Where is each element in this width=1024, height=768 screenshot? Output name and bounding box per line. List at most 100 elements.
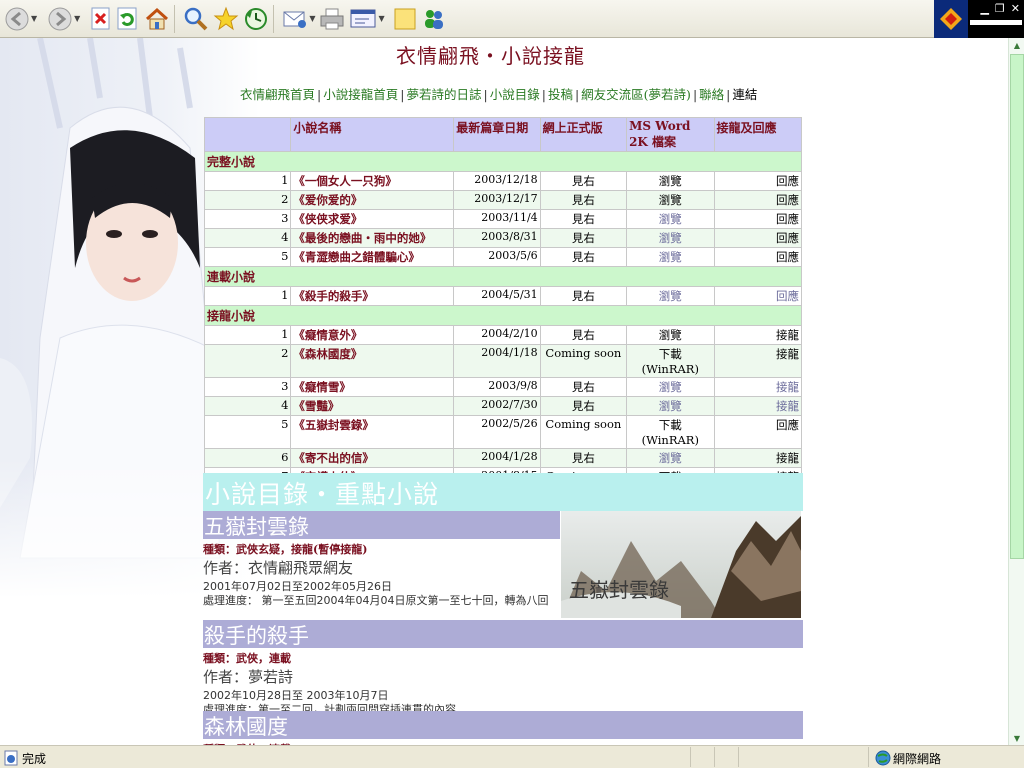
back-button[interactable] bbox=[4, 4, 30, 34]
word-file-link[interactable]: 下載 (WinRAR) bbox=[626, 415, 715, 449]
word-file-link[interactable]: 瀏覽 bbox=[626, 171, 715, 191]
search-button[interactable] bbox=[183, 4, 209, 34]
home-icon bbox=[146, 7, 169, 29]
edit-dropdown-icon[interactable]: ▼ bbox=[378, 14, 384, 23]
word-file-link[interactable]: 瀏覽 bbox=[626, 377, 715, 397]
novel-cover-image[interactable]: 五嶽封雲錄 bbox=[561, 511, 801, 618]
mail-button[interactable] bbox=[282, 4, 308, 34]
novel-name-link[interactable]: 《癡情雪》 bbox=[290, 377, 455, 397]
novel-title[interactable]: 五嶽封雲錄 bbox=[203, 511, 560, 539]
vertical-scrollbar[interactable]: ▲ ▼ bbox=[1008, 38, 1024, 745]
reply-link[interactable]: 接龍 bbox=[713, 344, 803, 378]
novel-name-link[interactable]: 《森林國度》 bbox=[290, 344, 455, 378]
refresh-button[interactable] bbox=[116, 4, 140, 34]
nav-link-diary[interactable]: 夢若詩的日誌 bbox=[406, 87, 481, 102]
table-header-cell: 最新篇章日期 bbox=[453, 117, 541, 152]
favorites-button[interactable] bbox=[213, 4, 239, 34]
nav-link-submit[interactable]: 投稿 bbox=[548, 87, 573, 102]
novel-author: 作者：衣情翩飛眾網友 bbox=[203, 559, 354, 577]
minimize-icon[interactable]: ▁ bbox=[980, 2, 988, 15]
word-file-link[interactable]: 瀏覽 bbox=[626, 396, 715, 416]
nav-link-catalog[interactable]: 小說目錄 bbox=[490, 87, 540, 102]
messenger-button[interactable] bbox=[421, 4, 447, 34]
table-row: 2 《森林國度》 2004/1/18 Coming soon 下載 (WinRAR) 接龍 bbox=[203, 344, 803, 378]
latest-date: 2003/8/31 bbox=[453, 228, 541, 248]
nav-link-relay-home[interactable]: 小說接龍首頁 bbox=[323, 87, 398, 102]
word-file-link[interactable]: 瀏覽 bbox=[626, 325, 715, 345]
latest-date: 2002/7/30 bbox=[453, 396, 541, 416]
novel-name-link[interactable]: 《癡情意外》 bbox=[290, 325, 455, 345]
novel-name-link[interactable]: 《五嶽封雲錄》 bbox=[290, 415, 455, 449]
print-icon bbox=[320, 8, 344, 29]
back-icon bbox=[5, 7, 29, 30]
latest-date: 2003/9/8 bbox=[453, 377, 541, 397]
reply-link[interactable]: 接龍 bbox=[713, 377, 803, 397]
row-number: 1 bbox=[203, 325, 292, 345]
nav-link-forum[interactable]: 網友交流區(夢若詩) bbox=[581, 87, 691, 102]
reply-link[interactable]: 回應 bbox=[713, 415, 803, 449]
novel-name-link[interactable]: 《爱你爱的》 bbox=[290, 190, 455, 210]
stop-button[interactable] bbox=[90, 4, 112, 34]
mail-dropdown-icon[interactable]: ▼ bbox=[309, 14, 315, 23]
latest-date: 2003/12/17 bbox=[453, 190, 541, 210]
scroll-down-arrow-icon[interactable]: ▼ bbox=[1010, 731, 1024, 745]
word-file-link[interactable]: 瀏覽 bbox=[626, 247, 715, 267]
home-button[interactable] bbox=[144, 4, 170, 34]
reply-link[interactable]: 回應 bbox=[713, 228, 803, 248]
table-row: 1 《一個女人一只狗》 2003/12/18 見右 瀏覽 回應 bbox=[203, 171, 803, 191]
table-section-row: 接龍小說 bbox=[204, 305, 802, 326]
history-button[interactable] bbox=[243, 4, 269, 34]
table-section-row: 連載小說 bbox=[204, 266, 802, 287]
status-divider bbox=[738, 747, 739, 767]
novel-name-link[interactable]: 《殺手的殺手》 bbox=[290, 286, 455, 306]
restore-icon[interactable]: ❐ bbox=[995, 2, 1005, 15]
reply-link[interactable]: 回應 bbox=[713, 171, 803, 191]
nav-link-contact[interactable]: 聯絡 bbox=[699, 87, 724, 102]
scroll-up-arrow-icon[interactable]: ▲ bbox=[1010, 38, 1024, 52]
top-navigation: 衣情翩飛首頁 | 小說接龍首頁 | 夢若詩的日誌 | 小說目錄 | 投稿 | 網友交流區(夢若詩) |… bbox=[240, 87, 758, 102]
novel-name-link[interactable]: 《一個女人一只狗》 bbox=[290, 171, 455, 191]
word-file-link[interactable]: 瀏覽 bbox=[626, 190, 715, 210]
nav-link-links[interactable]: 連結 bbox=[732, 87, 757, 102]
row-number: 5 bbox=[203, 247, 292, 267]
reply-link[interactable]: 回應 bbox=[713, 190, 803, 210]
reply-link[interactable]: 回應 bbox=[713, 286, 803, 306]
print-button[interactable] bbox=[319, 4, 345, 34]
word-file-link[interactable]: 瀏覽 bbox=[626, 448, 715, 468]
scroll-thumb[interactable] bbox=[1010, 54, 1024, 559]
reply-link[interactable]: 接龍 bbox=[713, 396, 803, 416]
word-file-link[interactable]: 瀏覽 bbox=[626, 286, 715, 306]
novel-name-link[interactable]: 《最後的戀曲・雨中的她》 bbox=[290, 228, 455, 248]
word-file-link[interactable]: 瀏覽 bbox=[626, 209, 715, 229]
back-dropdown-icon[interactable]: ▼ bbox=[31, 14, 37, 23]
novel-name-link[interactable]: 《寄不出的信》 bbox=[290, 448, 455, 468]
nav-link-home[interactable]: 衣情翩飛首頁 bbox=[240, 87, 315, 102]
forward-button[interactable] bbox=[47, 4, 73, 34]
word-file-link[interactable]: 瀏覽 bbox=[626, 228, 715, 248]
table-row: 4 《最後的戀曲・雨中的她》 2003/8/31 見右 瀏覽 回應 bbox=[203, 228, 803, 248]
reply-link[interactable]: 回應 bbox=[713, 209, 803, 229]
close-icon[interactable]: ✕ bbox=[1011, 2, 1020, 15]
forward-dropdown-icon[interactable]: ▼ bbox=[74, 14, 80, 23]
internet-globe-icon bbox=[875, 750, 891, 766]
novel-name-link[interactable]: 《雪豔》 bbox=[290, 396, 455, 416]
novel-title[interactable]: 森林國度 bbox=[203, 711, 803, 739]
discuss-button[interactable] bbox=[393, 4, 417, 34]
novel-name-link[interactable]: 《侠侠求爱》 bbox=[290, 209, 455, 229]
reply-link[interactable]: 回應 bbox=[713, 247, 803, 267]
reply-link[interactable]: 接龍 bbox=[713, 448, 803, 468]
novel-name-link[interactable]: 《青澀戀曲之錯體騙心》 bbox=[290, 247, 455, 267]
table-row: 1 《殺手的殺手》 2004/5/31 見右 瀏覽 回應 bbox=[203, 286, 803, 306]
novel-title[interactable]: 殺手的殺手 bbox=[203, 620, 803, 648]
edit-button[interactable] bbox=[349, 4, 377, 34]
novel-entry: 五嶽封雲錄 種類：武俠玄疑，接龍(暫停接龍) 作者：衣情翩飛眾網友 2001年0… bbox=[203, 511, 803, 618]
toolbar-separator bbox=[174, 4, 176, 33]
word-file-link[interactable]: 下載 (WinRAR) bbox=[626, 344, 715, 378]
reply-link[interactable]: 接龍 bbox=[713, 325, 803, 345]
novel-entry: 殺手的殺手 種類：武俠，連載 作者：夢若詩 2002年10月28日至 2003年… bbox=[203, 620, 803, 716]
online-version-cell: 見右 bbox=[539, 286, 628, 306]
latest-date: 2003/5/6 bbox=[453, 247, 541, 267]
section-label: 完整小說 bbox=[204, 151, 802, 172]
row-number: 2 bbox=[203, 190, 292, 210]
latest-date: 2003/12/18 bbox=[453, 171, 541, 191]
